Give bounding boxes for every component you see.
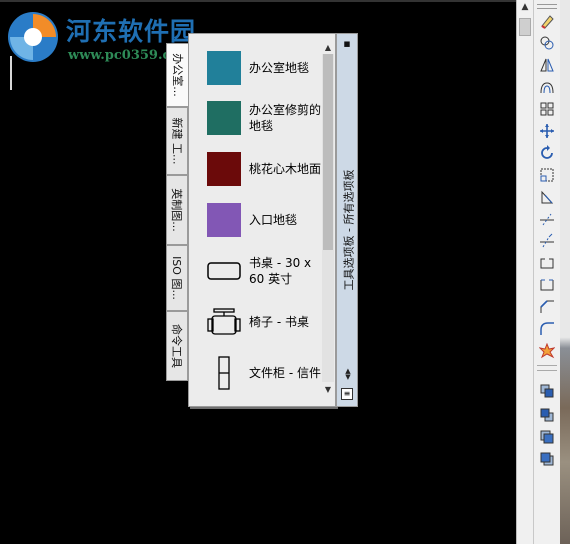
item-label: 文件柜 - 信件 bbox=[249, 366, 321, 380]
array-icon[interactable] bbox=[537, 99, 557, 119]
trim-icon[interactable] bbox=[537, 209, 557, 229]
scroll-up-icon[interactable]: ▲ bbox=[517, 2, 533, 16]
watermark-url: www.pc0359.cn bbox=[68, 48, 180, 63]
file-cabinet-icon bbox=[207, 356, 241, 390]
tab-label: ISO 图... bbox=[170, 256, 183, 300]
offset-icon[interactable] bbox=[537, 77, 557, 97]
scale-icon[interactable] bbox=[537, 165, 557, 185]
tab-command-tools[interactable]: 命令工具 bbox=[166, 311, 188, 381]
toolbar-separator bbox=[537, 370, 557, 371]
properties-menu-icon[interactable]: ≡ bbox=[341, 388, 353, 400]
item-label: 书桌 - 30 x 60 英寸 bbox=[249, 256, 312, 286]
break-icon[interactable] bbox=[537, 253, 557, 273]
tab-label: 办公室... bbox=[170, 53, 184, 97]
palette-item-trimmed-carpet[interactable]: 办公室修剪的地毯 bbox=[207, 101, 327, 135]
draworder-back-icon[interactable] bbox=[537, 405, 557, 425]
scroll-thumb[interactable] bbox=[323, 54, 333, 250]
toolbar-grip[interactable] bbox=[537, 4, 557, 9]
rotate-icon[interactable] bbox=[537, 143, 557, 163]
stretch-icon[interactable] bbox=[537, 187, 557, 207]
tab-office[interactable]: 办公室... bbox=[166, 43, 188, 107]
watermark-logo bbox=[8, 12, 58, 62]
tab-imperial[interactable]: 英制图... bbox=[166, 175, 188, 245]
tab-iso[interactable]: ISO 图... bbox=[166, 245, 188, 311]
draworder-above-icon[interactable] bbox=[537, 427, 557, 447]
swatch-icon bbox=[207, 51, 241, 85]
palette-title: 工具选项板 - 所有选项板 bbox=[342, 169, 355, 291]
palette-item-mahogany-floor[interactable]: 桃花心木地面 bbox=[207, 152, 327, 186]
scroll-track[interactable] bbox=[322, 54, 334, 382]
drawing-vertical-scrollbar[interactable]: ▲ bbox=[516, 0, 533, 544]
desk-icon bbox=[207, 254, 241, 288]
palette-scrollbar[interactable]: ▲ ▼ bbox=[322, 42, 334, 394]
canvas-top-edge bbox=[0, 0, 516, 2]
palette-item-file-cabinet[interactable]: 文件柜 - 信件 bbox=[207, 356, 327, 390]
explode-icon[interactable] bbox=[537, 341, 557, 361]
tab-label: 英制图... bbox=[170, 188, 183, 232]
tab-label: 新建 工... bbox=[170, 117, 183, 165]
scroll-down-icon[interactable]: ▼ bbox=[322, 384, 334, 394]
desktop-background bbox=[560, 0, 570, 544]
move-icon[interactable] bbox=[537, 121, 557, 141]
modify-toolbar bbox=[533, 0, 560, 544]
palette-tabs: 办公室... 新建 工... 英制图... ISO 图... 命令工具 bbox=[166, 43, 188, 403]
mirror-icon[interactable] bbox=[537, 55, 557, 75]
copy-icon[interactable] bbox=[537, 33, 557, 53]
draworder-front-icon[interactable] bbox=[537, 381, 557, 401]
tab-label: 命令工具 bbox=[170, 324, 183, 368]
palette-titlebar[interactable]: ▪ 工具选项板 - 所有选项板 ▲ ▼ ≡ bbox=[336, 33, 358, 407]
erase-icon[interactable] bbox=[537, 11, 557, 31]
draworder-under-icon[interactable] bbox=[537, 449, 557, 469]
close-icon[interactable]: ▪ bbox=[341, 38, 353, 50]
swatch-icon bbox=[207, 101, 241, 135]
item-label: 椅子 - 书桌 bbox=[249, 315, 309, 329]
extend-icon[interactable] bbox=[537, 231, 557, 251]
item-label: 桃花心木地面 bbox=[249, 162, 322, 176]
tool-palette: 办公室... 新建 工... 英制图... ISO 图... 命令工具 办公室地… bbox=[166, 33, 358, 407]
palette-item-office-carpet[interactable]: 办公室地毯 bbox=[207, 51, 327, 85]
crosshair-cursor bbox=[10, 56, 12, 90]
autohide-icon[interactable]: ▲ ▼ bbox=[342, 368, 354, 381]
scroll-up-icon[interactable]: ▲ bbox=[322, 42, 334, 52]
chair-icon bbox=[207, 305, 241, 339]
swatch-icon bbox=[207, 203, 241, 237]
swatch-icon bbox=[207, 152, 241, 186]
palette-item-desk[interactable]: 书桌 - 30 x 60 英寸 bbox=[207, 254, 327, 288]
palette-content: 办公室地毯 办公室修剪的地毯 桃花心木地面 入口地毯 书桌 - 30 x 60 … bbox=[188, 33, 336, 407]
tab-new-tools[interactable]: 新建 工... bbox=[166, 107, 188, 175]
palette-item-entry-carpet[interactable]: 入口地毯 bbox=[207, 203, 327, 237]
chamfer-icon[interactable] bbox=[537, 297, 557, 317]
join-icon[interactable] bbox=[537, 275, 557, 295]
item-label: 办公室修剪的地毯 bbox=[249, 103, 322, 133]
item-label: 办公室地毯 bbox=[249, 61, 310, 75]
item-label: 入口地毯 bbox=[249, 213, 298, 227]
scroll-thumb[interactable] bbox=[519, 18, 531, 36]
toolbar-separator bbox=[537, 365, 557, 366]
palette-item-chair[interactable]: 椅子 - 书桌 bbox=[207, 305, 327, 339]
fillet-icon[interactable] bbox=[537, 319, 557, 339]
